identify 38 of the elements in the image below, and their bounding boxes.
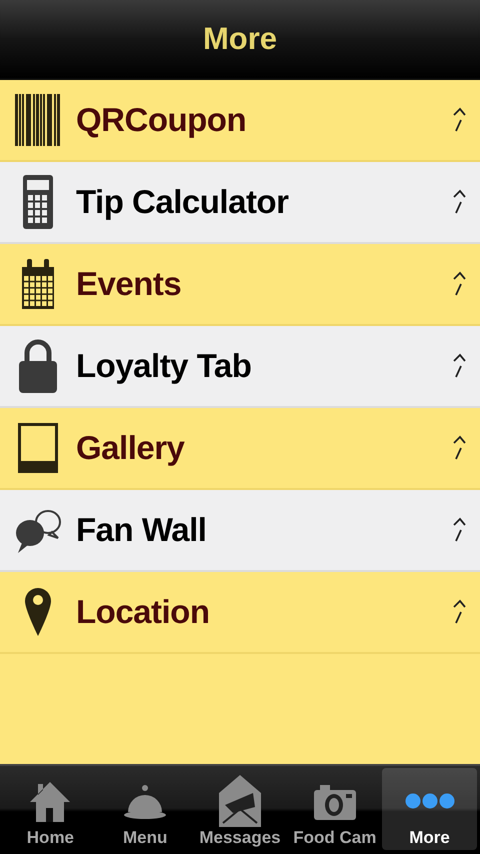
row-label: Tip Calculator	[76, 183, 290, 221]
menu-row[interactable]: Tip Calculator	[0, 162, 480, 244]
picture-frame-icon	[18, 423, 58, 473]
row-label: Gallery	[76, 429, 186, 467]
chevron-icon	[452, 271, 466, 297]
tab-label: Food Cam	[293, 828, 376, 848]
tab[interactable]: Messages	[192, 768, 288, 850]
chevron-icon	[452, 517, 466, 543]
tab[interactable]: More	[382, 768, 477, 850]
barcode-icon	[15, 94, 61, 146]
envelope-icon	[218, 775, 261, 827]
calendar-icon	[22, 259, 54, 309]
chevron-icon	[452, 599, 466, 625]
row-label: Events	[76, 265, 182, 303]
menu-row[interactable]: Loyalty Tab	[0, 326, 480, 408]
camera-icon	[314, 782, 356, 820]
row-label: Loyalty Tab	[76, 347, 252, 385]
lock-icon	[19, 339, 57, 393]
home-icon	[28, 780, 72, 822]
chevron-icon	[452, 189, 466, 215]
row-label: Fan Wall	[76, 511, 208, 549]
tab-label: Home	[26, 828, 74, 848]
tab-label: Messages	[199, 828, 281, 848]
more-dots-icon	[404, 792, 455, 810]
tab[interactable]: Food Cam	[287, 768, 382, 850]
row-label: Location	[76, 593, 210, 631]
calculator-icon	[23, 175, 53, 229]
tab[interactable]: Home	[3, 768, 98, 850]
chevron-icon	[452, 107, 466, 133]
chevron-icon	[452, 353, 466, 379]
tab[interactable]: Menu	[98, 768, 193, 850]
screen-title: More	[202, 21, 278, 57]
location-pin-icon	[25, 588, 51, 636]
row-label: QRCoupon	[76, 101, 248, 139]
tab-label: Menu	[123, 828, 168, 848]
chevron-icon	[452, 435, 466, 461]
tab-label: More	[409, 828, 450, 848]
menu-row[interactable]: Fan Wall	[0, 490, 480, 572]
